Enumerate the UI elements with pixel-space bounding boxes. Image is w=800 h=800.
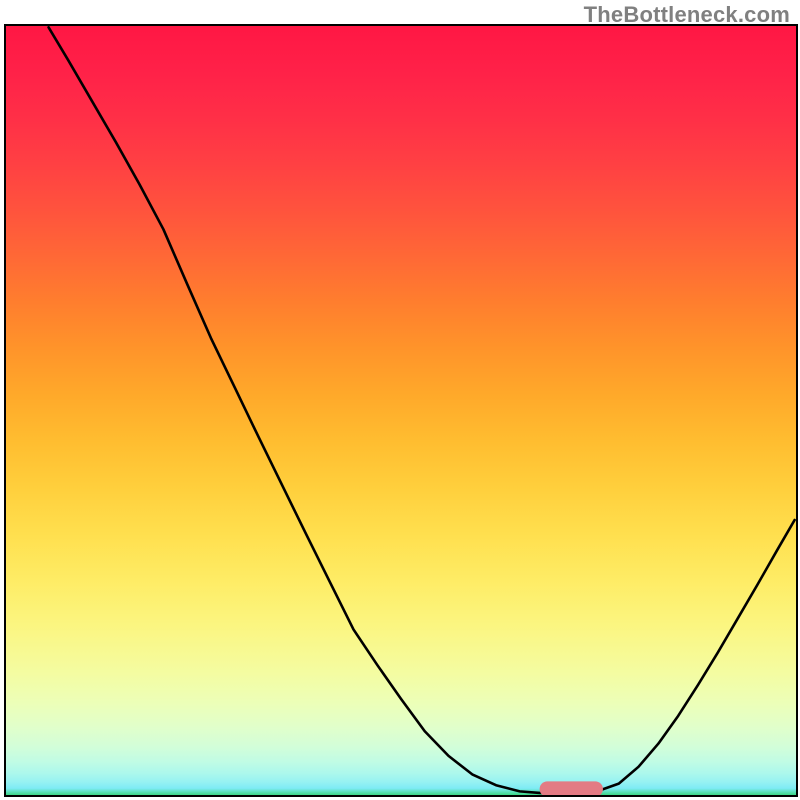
optimal-marker [540,781,603,796]
chart-stage: TheBottleneck.com [0,0,800,800]
watermark-text: TheBottleneck.com [584,2,790,28]
gradient-background [5,25,797,796]
bottleneck-chart [0,0,800,800]
